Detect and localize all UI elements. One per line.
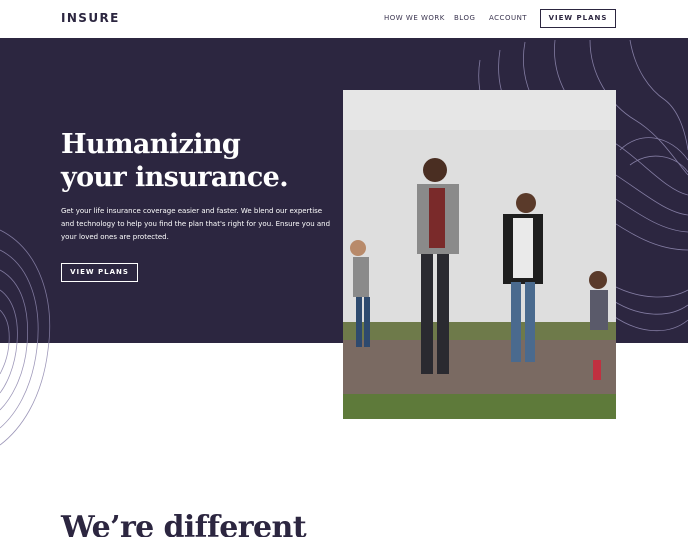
hero-title-line-2: your insurance.	[61, 162, 289, 193]
hero-description: Get your life insurance coverage easier …	[61, 207, 331, 241]
hero-title-line-1: Humanizing	[61, 129, 241, 160]
nav-blog[interactable]: BLOG	[454, 14, 475, 22]
section-title: We’re different	[61, 510, 307, 537]
view-plans-header-button[interactable]: VIEW PLANS	[540, 9, 616, 28]
site-header: INSURE HOW WE WORK BLOG ACCOUNT VIEW PLA…	[0, 0, 688, 38]
hero-family-photo	[343, 90, 616, 419]
hero-title: Humanizing your insurance.	[61, 128, 289, 194]
nav-how-we-work[interactable]: HOW WE WORK	[384, 14, 445, 22]
logo[interactable]: INSURE	[61, 11, 120, 25]
view-plans-hero-button[interactable]: VIEW PLANS	[61, 263, 138, 282]
nav-account[interactable]: ACCOUNT	[489, 14, 527, 22]
